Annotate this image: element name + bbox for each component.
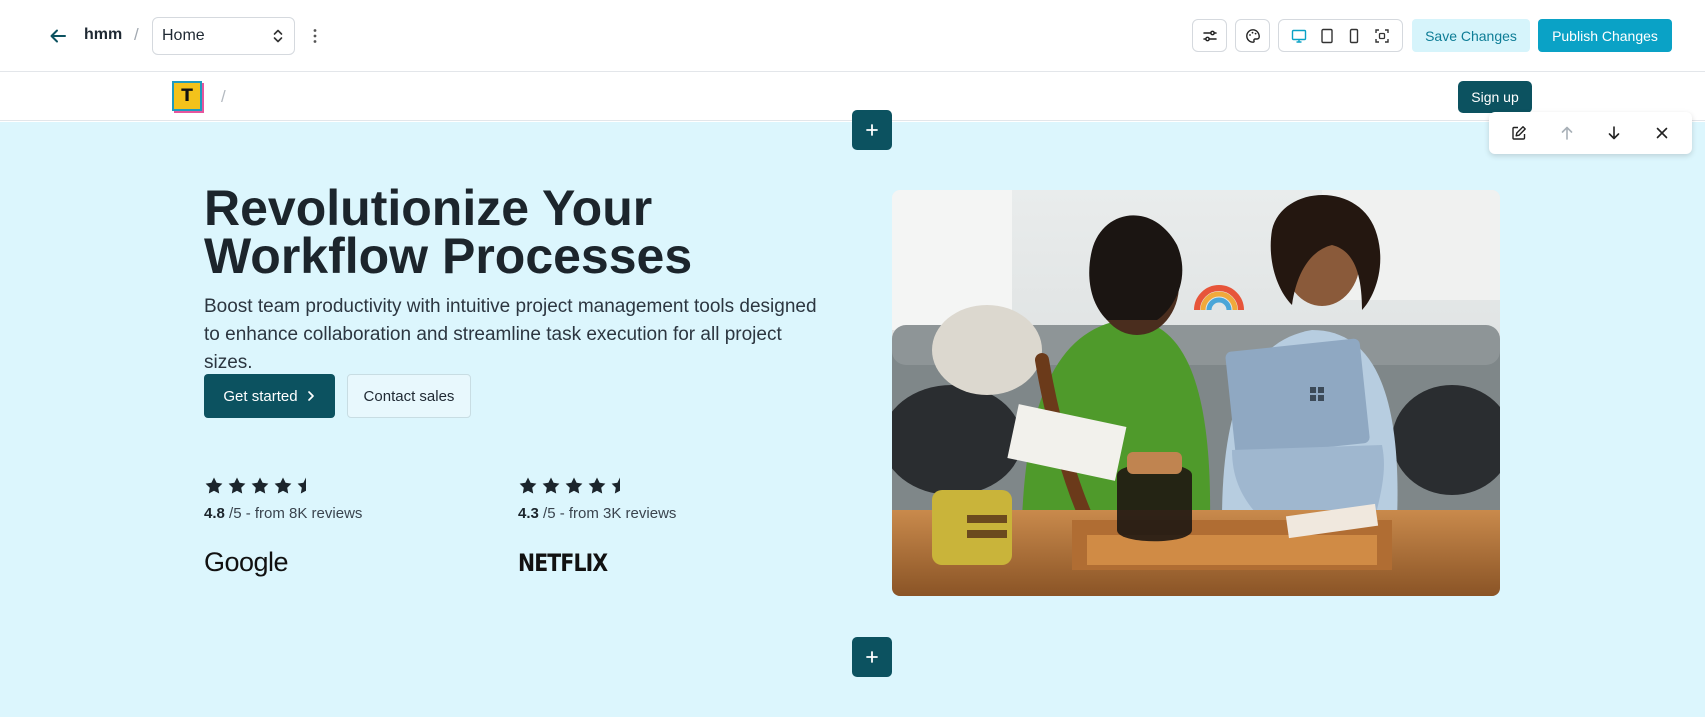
chevron-right-icon [307,391,314,401]
signup-button[interactable]: Sign up [1458,81,1532,113]
rating-netflix: 4.3 /5 - from 3K reviews [518,476,778,522]
rating-text: 4.3 /5 - from 3K reviews [518,505,778,522]
section-toolbar [1489,112,1692,154]
arrow-left-icon [50,29,66,43]
breadcrumb-separator: / [134,25,139,44]
plus-icon [866,124,878,136]
star-rating [204,476,464,496]
sliders-icon [1202,30,1217,41]
hero-image [892,190,1500,596]
more-vertical-icon [313,29,317,43]
site-name: hmm [84,26,123,43]
chevron-up-down-icon [273,29,283,43]
star-icon [565,477,583,494]
move-section-up-button[interactable] [1552,118,1582,148]
star-icon [588,477,606,494]
add-section-below-button[interactable] [852,637,892,677]
page-select-value: Home [162,27,205,44]
star-half-icon [297,477,306,494]
desktop-icon [1291,29,1307,43]
device-desktop-button[interactable] [1288,25,1310,47]
nav-separator: / [221,87,226,106]
close-icon [1656,127,1668,139]
logo-letter: T [181,86,193,106]
google-logo: Google [204,547,289,577]
star-icon [228,477,246,494]
arrow-down-icon [1609,126,1620,140]
get-started-button[interactable]: Get started [204,374,335,418]
editor-toolbar: hmm / Home Save Changes Publish Changes [0,0,1705,72]
device-mobile-button[interactable] [1343,25,1365,47]
rating-text: 4.8 /5 - from 8K reviews [204,505,464,522]
rating-google: 4.8 /5 - from 8K reviews [204,476,464,522]
get-started-label: Get started [223,387,298,405]
mobile-icon [1350,28,1359,43]
site-logo[interactable]: T [172,81,204,113]
rating-score: 4.3 [518,505,539,522]
device-tablet-button[interactable] [1316,25,1338,47]
star-icon [519,477,537,494]
add-section-above-button[interactable] [852,110,892,150]
hero-headline: Revolutionize Your Workflow Processes [204,180,693,284]
contact-sales-button[interactable]: Contact sales [347,374,471,418]
rating-suffix: /5 - from 8K reviews [229,505,363,522]
device-switcher [1278,19,1403,52]
fit-screen-button[interactable] [1371,25,1393,47]
star-icon [205,477,223,494]
theme-button[interactable] [1235,19,1270,52]
hero-photo-illustration [892,190,1500,596]
remove-section-button[interactable] [1647,118,1677,148]
page-options-button[interactable] [304,22,326,50]
star-rating [518,476,778,496]
edit-section-button[interactable] [1504,118,1534,148]
publish-changes-button[interactable]: Publish Changes [1538,19,1672,52]
star-icon [542,477,560,494]
settings-button[interactable] [1192,19,1227,52]
fit-screen-icon [1375,28,1389,43]
move-section-down-button[interactable] [1599,118,1629,148]
plus-icon [866,651,878,663]
palette-icon [1245,28,1260,43]
star-icon [251,477,269,494]
page-select[interactable]: Home [152,17,295,55]
back-button[interactable] [44,22,72,50]
hero-subheadline: Boost team productivity with intuitive p… [204,296,817,373]
netflix-logo: NETFLIX [518,549,608,577]
tablet-icon [1320,28,1333,43]
arrow-up-icon [1561,126,1572,140]
edit-icon [1512,126,1526,140]
star-icon [274,477,292,494]
rating-score: 4.8 [204,505,225,522]
rating-suffix: /5 - from 3K reviews [543,505,677,522]
star-half-icon [611,477,620,494]
save-changes-button[interactable]: Save Changes [1412,19,1530,52]
